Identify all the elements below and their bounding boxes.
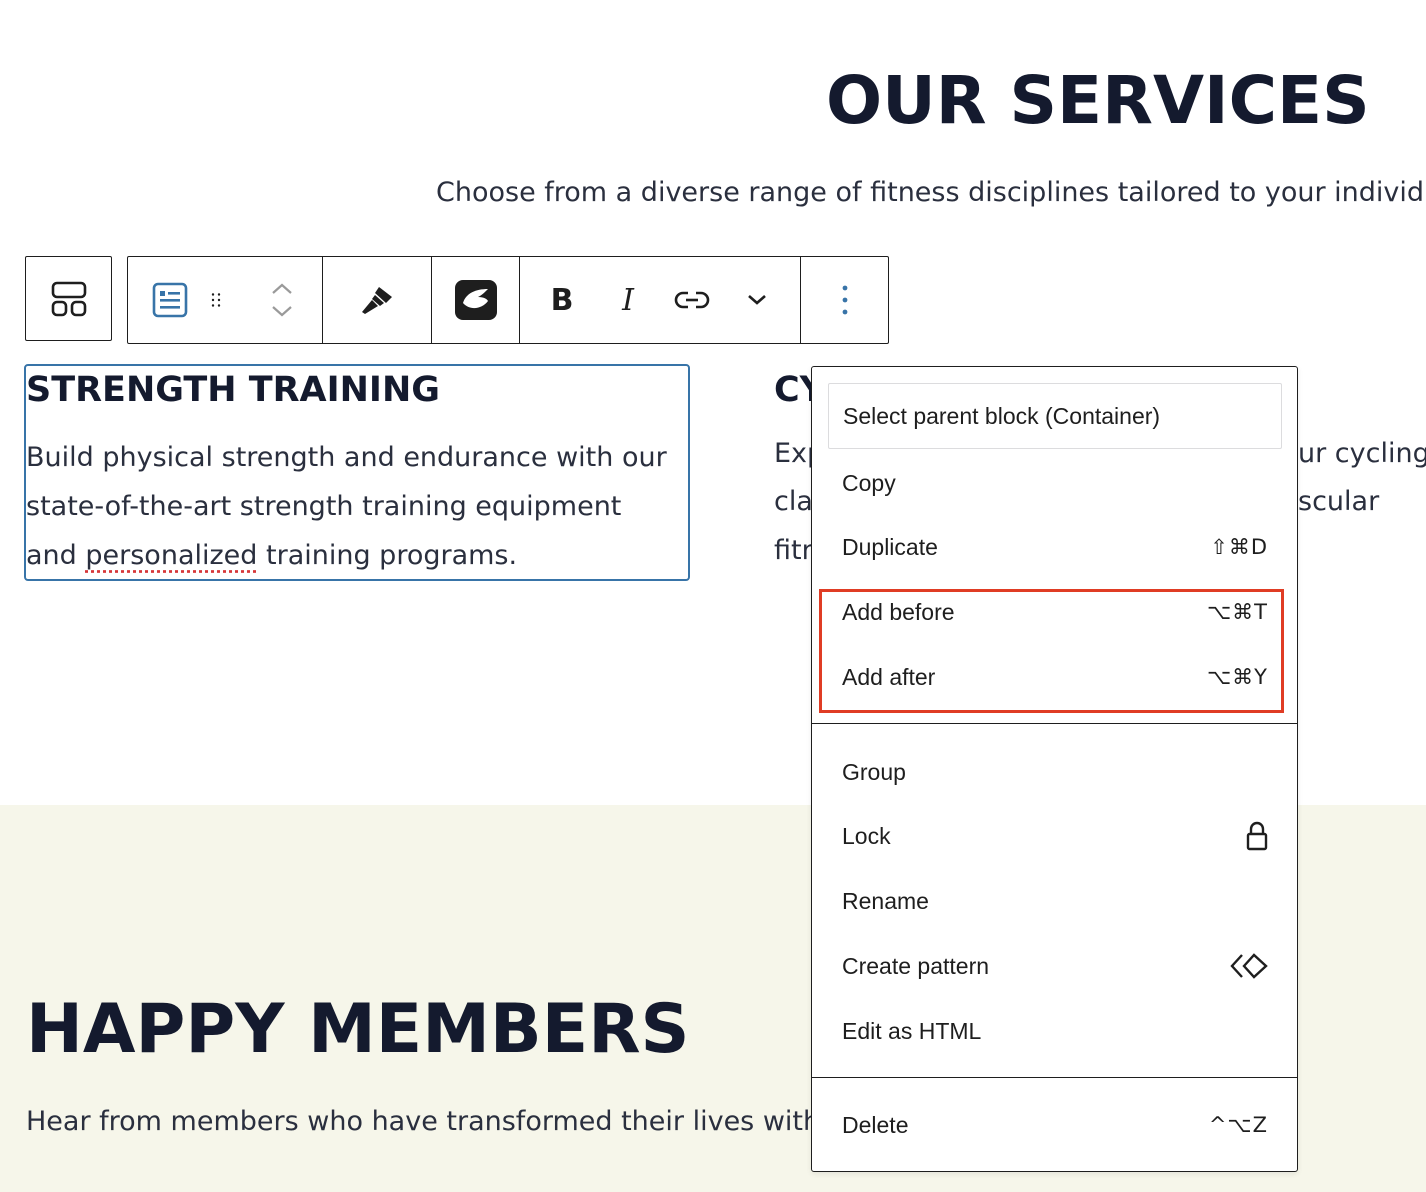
plugin-group bbox=[432, 257, 520, 343]
group-item[interactable]: Group bbox=[828, 742, 1282, 802]
select-parent-block-item[interactable]: Select parent block (Container) bbox=[828, 383, 1282, 449]
block-type-button[interactable] bbox=[128, 257, 211, 343]
edit-as-html-item[interactable]: Edit as HTML bbox=[828, 1001, 1282, 1061]
strength-training-heading[interactable]: STRENGTH TRAINING bbox=[26, 370, 440, 410]
chevron-down-icon bbox=[748, 295, 766, 305]
menu-item-label: Edit as HTML bbox=[842, 1017, 982, 1044]
plugin-logo-icon bbox=[454, 280, 497, 320]
paragraph-block-icon bbox=[152, 282, 188, 318]
strength-training-text[interactable]: Build physical strength and endurance wi… bbox=[26, 433, 686, 580]
style-button[interactable] bbox=[323, 257, 431, 343]
menu-item-label: Add after bbox=[842, 663, 936, 690]
select-parent-button[interactable] bbox=[25, 256, 112, 341]
menu-item-label: Add before bbox=[842, 598, 955, 625]
layout-grid-icon bbox=[51, 281, 86, 316]
add-after-item[interactable]: Add after ⌥⌘Y bbox=[828, 647, 1282, 707]
shortcut-label: ⌥⌘Y bbox=[1206, 665, 1268, 689]
shortcut-label: ^⌥Z bbox=[1208, 1113, 1268, 1137]
pattern-diamond-icon bbox=[1230, 953, 1268, 979]
block-options-button[interactable] bbox=[801, 257, 888, 343]
add-before-item[interactable]: Add before ⌥⌘T bbox=[828, 582, 1282, 642]
strength-line-1: Build physical strength and endurance wi… bbox=[26, 442, 667, 473]
delete-item[interactable]: Delete ^⌥Z bbox=[828, 1095, 1282, 1155]
spellcheck-word: personalized bbox=[85, 540, 258, 571]
more-formats-button[interactable] bbox=[732, 257, 782, 343]
happy-members-subtitle: Hear from members who have transformed t… bbox=[26, 1106, 821, 1137]
paintbrush-icon bbox=[362, 287, 392, 314]
menu-item-label: Duplicate bbox=[842, 533, 938, 560]
style-group bbox=[323, 257, 432, 343]
menu-divider bbox=[812, 723, 1297, 724]
italic-button[interactable]: I bbox=[604, 257, 652, 343]
block-options-menu: Select parent block (Container) Copy Dup… bbox=[811, 366, 1298, 1172]
strength-line-3: and personalized training programs. bbox=[26, 531, 686, 580]
menu-item-label: Rename bbox=[842, 887, 929, 914]
move-up-button[interactable] bbox=[270, 281, 294, 295]
strength-line-2: state-of-the-art strength training equip… bbox=[26, 491, 622, 522]
plugin-button[interactable] bbox=[432, 257, 519, 343]
duplicate-item[interactable]: Duplicate ⇧⌘D bbox=[828, 517, 1282, 577]
menu-item-label: Copy bbox=[842, 469, 896, 496]
block-controls-group bbox=[128, 257, 323, 343]
lock-item[interactable]: Lock bbox=[828, 806, 1282, 866]
menu-item-label: Lock bbox=[842, 822, 891, 849]
format-group: B I bbox=[520, 257, 801, 343]
link-icon bbox=[674, 291, 710, 309]
menu-item-label: Delete bbox=[842, 1111, 909, 1138]
happy-members-heading: HAPPY MEMBERS bbox=[26, 990, 690, 1069]
strength-line-3-pre: and bbox=[26, 540, 86, 571]
cycling-text-fragment: scular bbox=[1298, 486, 1380, 517]
cycling-text-fragment: ur cycling bbox=[1298, 438, 1426, 469]
bold-button[interactable]: B bbox=[520, 257, 604, 343]
services-heading: OUR SERVICES bbox=[826, 62, 1370, 139]
services-subtitle: Choose from a diverse range of fitness d… bbox=[436, 177, 1426, 208]
create-pattern-item[interactable]: Create pattern bbox=[828, 936, 1282, 996]
block-toolbar: B I bbox=[127, 256, 889, 344]
rename-item[interactable]: Rename bbox=[828, 871, 1282, 931]
shortcut-label: ⌥⌘T bbox=[1206, 600, 1268, 624]
menu-divider bbox=[812, 1077, 1297, 1078]
menu-item-label: Group bbox=[842, 758, 906, 785]
lock-icon bbox=[1246, 821, 1268, 851]
strength-line-3-post: training programs. bbox=[257, 540, 518, 571]
drag-handle[interactable] bbox=[211, 257, 221, 343]
shortcut-label: ⇧⌘D bbox=[1210, 535, 1268, 559]
drag-handle-icon bbox=[212, 293, 221, 307]
cycling-text-fragment: cla bbox=[774, 486, 813, 517]
move-down-button[interactable] bbox=[270, 305, 294, 319]
mover-controls bbox=[221, 257, 322, 343]
menu-item-label: Select parent block (Container) bbox=[843, 402, 1161, 429]
more-vertical-icon bbox=[842, 285, 847, 315]
menu-item-label: Create pattern bbox=[842, 952, 990, 979]
link-button[interactable] bbox=[652, 257, 732, 343]
options-group bbox=[801, 257, 888, 343]
copy-item[interactable]: Copy bbox=[828, 453, 1282, 513]
